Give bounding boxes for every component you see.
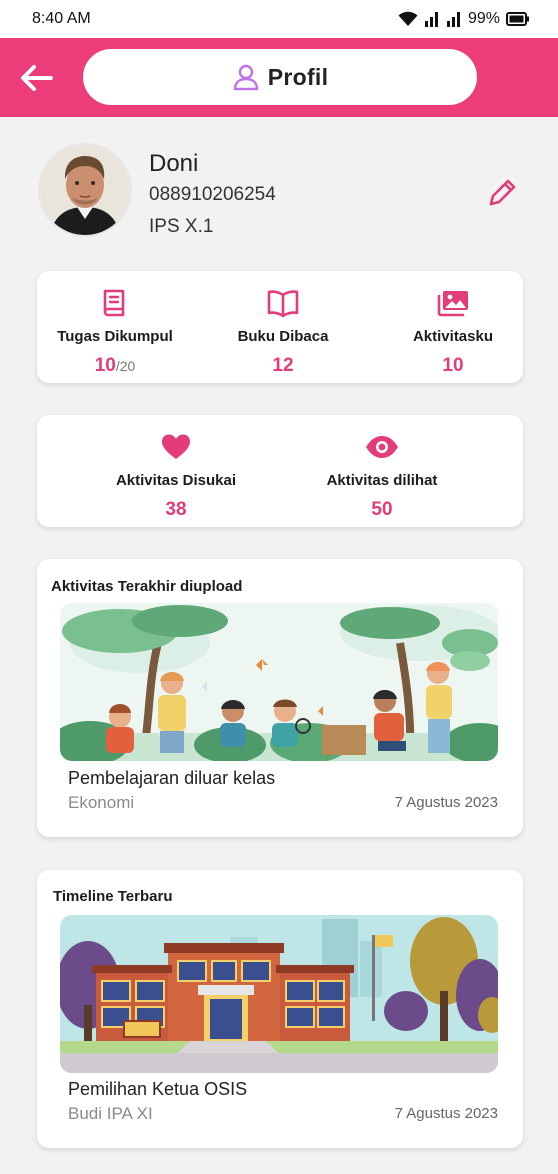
stat-aktivitas-dilihat[interactable]: Aktivitas dilihat 50 (302, 431, 462, 521)
stat-value: 12 (272, 355, 294, 376)
stat-value-number: 10 (94, 355, 116, 376)
stat-value-total: /20 (115, 358, 136, 374)
stat-buku-dibaca[interactable]: Buku Dibaca 12 (213, 287, 353, 377)
timeline-date: 7 Agustus 2023 (394, 1105, 498, 1122)
section-title: Aktivitas Terakhir diupload (51, 578, 243, 595)
timeline-author: Budi IPA XI (68, 1104, 153, 1123)
stats-card: Tugas Dikumpul 10/20 Buku Dibaca 12 Akti… (37, 271, 523, 383)
arrow-left-icon (21, 65, 53, 91)
avatar (38, 143, 132, 237)
page-title: Profil (267, 63, 329, 90)
timeline-card[interactable]: Timeline Terbaru Pemilihan Ketua OSIS Bu… (37, 870, 523, 1148)
activity-date: 7 Agustus 2023 (394, 794, 498, 811)
wifi-icon (398, 11, 418, 26)
stat-tugas-dikumpul[interactable]: Tugas Dikumpul 10/20 (45, 287, 185, 377)
stat-value: 38 (165, 499, 187, 520)
stat-label: Tugas Dikumpul (57, 328, 173, 345)
timeline-title: Pemilihan Ketua OSIS (68, 1079, 248, 1099)
profile-name: Doni (149, 150, 199, 177)
timeline-thumbnail (60, 915, 498, 1073)
stat-value: 10/20 (45, 355, 185, 377)
latest-activity-card[interactable]: Aktivitas Terakhir diupload Pembelajaran… (37, 559, 523, 837)
status-bar: 8:40 AM 99% (0, 0, 558, 38)
stat-aktivitasku[interactable]: Aktivitasku 10 (383, 287, 523, 377)
activity-title: Pembelajaran diluar kelas (68, 768, 276, 788)
book-icon (103, 289, 125, 317)
stat-label: Buku Dibaca (237, 328, 329, 345)
page-title-pill: Profil (83, 49, 477, 105)
stat-label: Aktivitasku (412, 328, 494, 345)
activity-subject: Ekonomi (68, 793, 135, 812)
back-button[interactable] (14, 58, 58, 98)
user-icon (233, 64, 258, 91)
battery-icon (506, 12, 529, 26)
profile-phone: 088910206254 (149, 184, 276, 205)
outdoor-learning-illustration (60, 603, 498, 761)
heart-icon (162, 434, 190, 459)
battery-percent: 99% (467, 10, 500, 27)
open-book-icon (267, 290, 299, 318)
signal-icon (446, 12, 460, 27)
section-title: Timeline Terbaru (53, 888, 173, 905)
school-building-illustration (60, 915, 498, 1073)
stat-label: Aktivitas Disukai (115, 472, 237, 489)
eye-icon (366, 436, 398, 458)
images-icon (437, 291, 468, 317)
status-icons: 99% (398, 10, 530, 28)
stat-aktivitas-disukai[interactable]: Aktivitas Disukai 38 (96, 431, 256, 521)
stat-label: Aktivitas dilihat (326, 472, 438, 489)
profile-header: Doni 088910206254 IPS X.1 (0, 117, 558, 262)
activity-stats-card: Aktivitas Disukai 38 Aktivitas dilihat 5… (37, 415, 523, 527)
profile-class: IPS X.1 (149, 216, 214, 237)
edit-profile-button[interactable] (486, 175, 520, 209)
signal-icon (424, 12, 438, 27)
status-time: 8:40 AM (32, 10, 91, 27)
avatar-photo (40, 145, 130, 235)
activity-thumbnail (60, 603, 498, 761)
stat-value: 10 (442, 355, 464, 376)
stat-value: 50 (371, 499, 393, 520)
pencil-icon (489, 179, 516, 206)
app-bar: Profil (0, 38, 558, 117)
